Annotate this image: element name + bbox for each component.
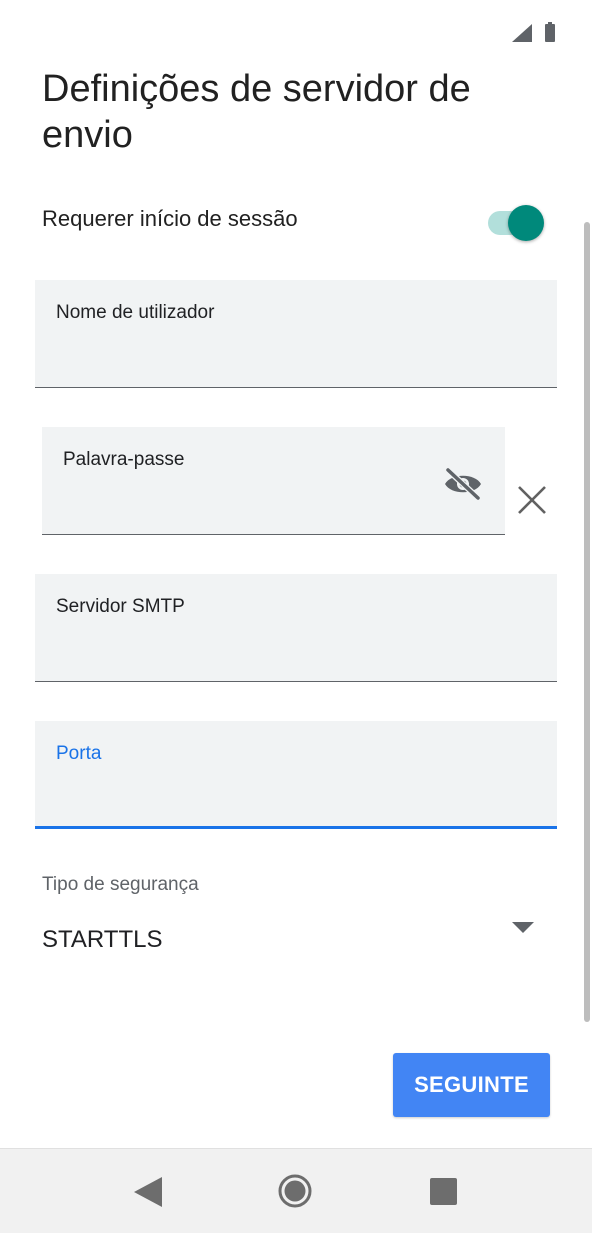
require-login-toggle[interactable] [486, 200, 546, 241]
port-label: Porta [56, 743, 102, 764]
signal-icon [512, 24, 532, 42]
password-field[interactable]: Palavra-passe [42, 427, 505, 535]
page-title: Definições de servidor de envio [42, 68, 471, 156]
smtp-server-field[interactable]: Servidor SMTP [35, 574, 557, 682]
smtp-server-label: Servidor SMTP [56, 596, 185, 617]
username-field[interactable]: Nome de utilizador [35, 280, 557, 388]
security-type-label: Tipo de segurança [42, 874, 199, 895]
require-login-label: Requerer início de sessão [42, 206, 298, 231]
back-icon[interactable] [134, 1177, 162, 1207]
recents-icon[interactable] [430, 1178, 457, 1205]
scrollbar[interactable] [584, 222, 590, 1022]
toggle-thumb [508, 205, 544, 241]
port-field[interactable]: Porta [35, 721, 557, 829]
eye-off-icon[interactable] [443, 467, 483, 501]
status-bar [0, 0, 592, 56]
close-icon[interactable] [514, 482, 550, 518]
chevron-down-icon [512, 922, 534, 933]
next-button[interactable]: SEGUINTE [393, 1053, 550, 1117]
security-type-select[interactable]: STARTTLS [42, 912, 550, 964]
username-label: Nome de utilizador [56, 302, 215, 323]
password-label: Palavra-passe [63, 449, 185, 470]
home-icon[interactable] [278, 1174, 312, 1208]
require-login-row[interactable]: Requerer início de sessão [42, 194, 550, 242]
security-type-value: STARTTLS [42, 926, 163, 953]
navigation-bar [0, 1148, 592, 1233]
battery-icon [545, 22, 555, 42]
